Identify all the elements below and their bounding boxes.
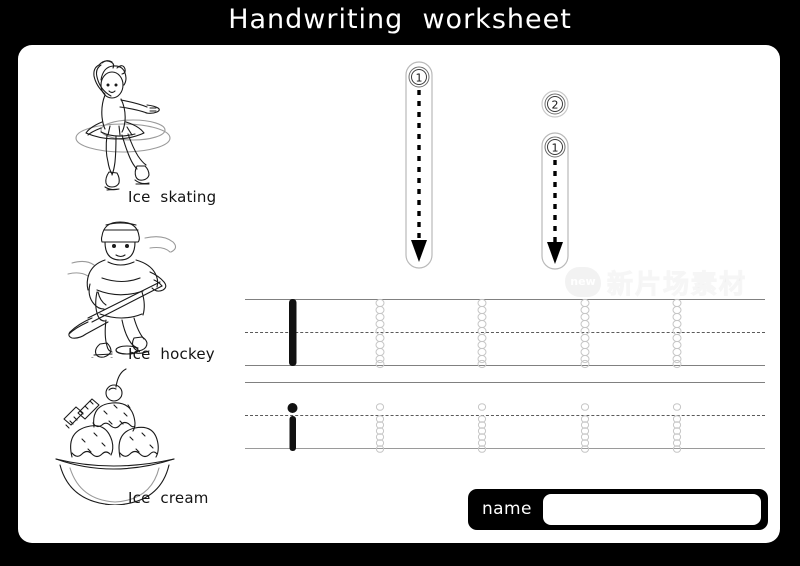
row1-top-line xyxy=(245,299,765,300)
ice-skater-figure xyxy=(75,60,171,191)
trace-letter-uppercase-I[interactable] xyxy=(667,296,687,370)
name-box: name xyxy=(468,489,768,530)
trace-letter-uppercase-I[interactable] xyxy=(472,296,492,370)
uppercase-I-practice-row[interactable] xyxy=(245,296,765,370)
illustration-label-ice-cream: Ice cream xyxy=(128,489,209,507)
name-input[interactable] xyxy=(543,494,761,525)
svg-text:1: 1 xyxy=(416,72,423,85)
model-letter-lowercase-i xyxy=(287,403,298,451)
illustration-cell-ice-hockey: Ice hockey xyxy=(50,208,240,368)
trace-letter-lowercase-i[interactable] xyxy=(370,402,390,454)
name-label: name xyxy=(482,499,532,519)
row1-baseline xyxy=(245,365,765,366)
row2-baseline xyxy=(245,448,765,449)
lowercase-i-practice-row[interactable] xyxy=(245,382,765,453)
illustration-label-ice-skating: Ice skating xyxy=(128,188,217,206)
row1-midline-dashed xyxy=(245,332,765,333)
trace-letter-uppercase-I[interactable] xyxy=(575,296,595,370)
trace-letter-lowercase-i[interactable] xyxy=(472,402,492,454)
worksheet-canvas: Handwriting worksheet Ice skating Ice ho… xyxy=(0,0,800,566)
svg-text:1: 1 xyxy=(552,142,559,155)
illustration-cell-ice-cream: Ice cream xyxy=(52,365,242,515)
lowercase-i-dot-stroke-marker: 2 xyxy=(541,90,569,118)
illustration-cell-ice-skating: Ice skating xyxy=(55,52,240,212)
trace-letter-uppercase-I[interactable] xyxy=(370,296,390,370)
ice-cream-sundae-figure xyxy=(55,368,175,505)
row2-top-line xyxy=(245,382,765,383)
svg-text:2: 2 xyxy=(552,99,559,112)
hockey-player-figure xyxy=(67,221,177,358)
illustration-label-ice-hockey: Ice hockey xyxy=(128,345,215,363)
lowercase-i-stroke-guide: 1 xyxy=(541,132,569,270)
uppercase-I-stroke-guide: 1 xyxy=(405,61,433,269)
trace-letter-lowercase-i[interactable] xyxy=(575,402,595,454)
row2-midline-dashed xyxy=(245,415,765,416)
trace-letter-lowercase-i[interactable] xyxy=(667,402,687,454)
page-title: Handwriting worksheet xyxy=(228,4,572,35)
model-letter-uppercase-I xyxy=(289,299,297,366)
